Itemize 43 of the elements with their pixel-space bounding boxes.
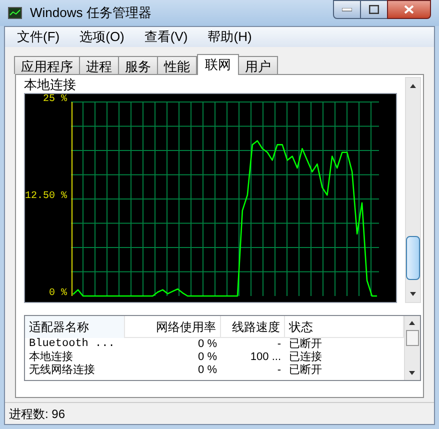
table-cell-text: 本地连接: [28, 351, 74, 364]
axis-tick-label: 0 %: [48, 289, 67, 299]
axis-tick-label: 25 %: [42, 95, 67, 105]
minimize-button[interactable]: [333, 0, 361, 19]
column-header[interactable]: 适配器名称: [25, 316, 125, 338]
menu-item[interactable]: 帮助(H): [200, 27, 260, 47]
menu-item[interactable]: 查看(V): [136, 27, 196, 47]
tab[interactable]: 应用程序: [14, 56, 80, 74]
tab[interactable]: 服务: [118, 56, 158, 74]
line-series: [72, 140, 378, 297]
tab[interactable]: 性能: [157, 56, 197, 74]
window-title: Windows 任务管理器: [30, 4, 152, 22]
status-text: 进程数: 96: [9, 406, 66, 422]
menu-item[interactable]: 文件(F): [9, 27, 68, 47]
column-header[interactable]: 线路速度: [221, 316, 285, 338]
app-icon: [8, 7, 22, 19]
table-cell-text: 已断开: [288, 338, 323, 350]
axis-tick-label: 12.50 %: [25, 192, 67, 202]
table-cell-text: 100 ...: [249, 351, 282, 364]
table-cell-text: 0 %: [197, 364, 218, 377]
table-cell-text: 0 %: [197, 338, 218, 351]
column-header[interactable]: 网络使用率: [125, 316, 221, 338]
table-cell-text: 已连接: [288, 351, 323, 364]
maximize-button[interactable]: [361, 0, 387, 19]
tab[interactable]: 用户: [238, 56, 278, 74]
maximize-icon: [369, 5, 379, 14]
table-cell-text: -: [276, 364, 282, 377]
scroll-thumb[interactable]: [406, 236, 420, 280]
tab[interactable]: 联网: [197, 54, 239, 75]
close-button[interactable]: [387, 0, 431, 19]
tab[interactable]: 进程: [79, 56, 119, 74]
scroll-thumb[interactable]: [406, 330, 419, 346]
menu-item[interactable]: 选项(O): [72, 27, 132, 47]
scrollbar[interactable]: [405, 77, 421, 303]
table-cell-text: 已断开: [288, 364, 323, 377]
graph-title: 本地连接: [24, 77, 77, 93]
minimize-icon: [342, 8, 352, 12]
close-icon: [404, 5, 414, 14]
table-cell-text: Bluetooth ...: [28, 338, 116, 350]
table-cell-text: -: [276, 338, 282, 351]
list-scrollbar[interactable]: [404, 316, 420, 380]
table-cell-text: 无线网络连接: [28, 364, 96, 377]
table-cell-text: 0 %: [197, 351, 218, 364]
